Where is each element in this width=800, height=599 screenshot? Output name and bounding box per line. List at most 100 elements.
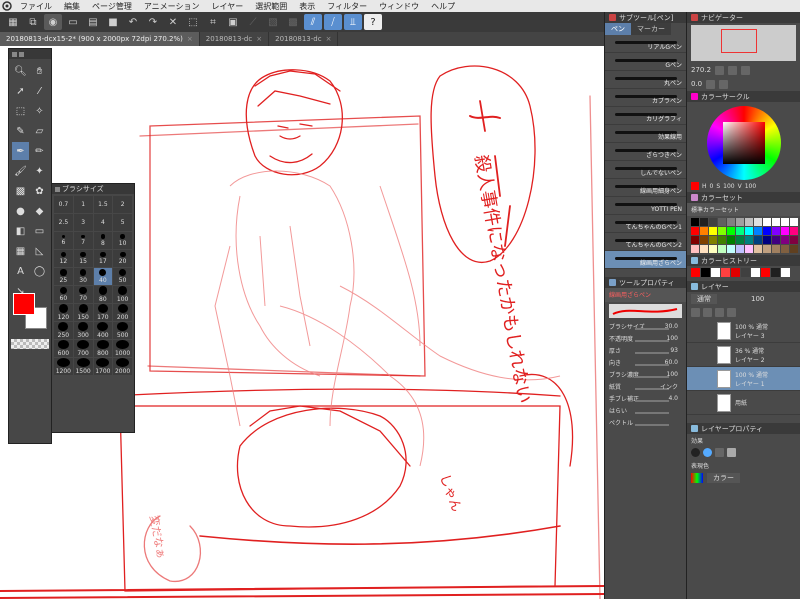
color-set-swatch[interactable] <box>790 227 798 235</box>
tool-property-row[interactable]: ブラシ濃度 100 <box>605 368 686 380</box>
color-set-swatch[interactable] <box>745 245 753 253</box>
brush-size-cell[interactable]: 25 <box>54 268 73 285</box>
brush-size-cell[interactable]: 70 <box>73 286 93 303</box>
color-set-swatch[interactable] <box>736 218 744 226</box>
color-set-swatch[interactable] <box>727 236 735 244</box>
brush-size-cell[interactable]: 120 <box>54 304 73 321</box>
color-set-swatch[interactable] <box>691 227 699 235</box>
brush-size-cell[interactable]: 3 <box>73 214 93 231</box>
color-set-swatch[interactable] <box>790 245 798 253</box>
color-set-swatch[interactable] <box>754 218 762 226</box>
ruler-icon[interactable]: ◺ <box>31 242 48 260</box>
brush-size-cell[interactable]: 1700 <box>93 358 113 375</box>
main-color-swatch[interactable] <box>13 293 35 315</box>
navigator-thumbnail[interactable] <box>691 25 796 61</box>
brush-size-cell[interactable]: 12 <box>54 250 73 267</box>
color-set-swatch[interactable] <box>772 227 780 235</box>
property-slider[interactable] <box>635 424 669 426</box>
brush-size-cell[interactable]: 200 <box>113 304 132 321</box>
rotate-left-icon[interactable] <box>706 79 716 89</box>
brush-size-cell[interactable]: 8 <box>93 232 113 249</box>
blend-mode-select[interactable]: 通常 <box>691 294 717 304</box>
blend-icon[interactable]: ▩ <box>12 182 29 200</box>
fill-icon[interactable]: ▩ <box>284 14 302 30</box>
object-select-icon[interactable]: ➚ <box>12 82 29 100</box>
property-value[interactable]: 4.0 <box>668 395 678 402</box>
color-set-swatch[interactable] <box>763 245 771 253</box>
tool-property-row[interactable]: ペクトル <box>605 416 686 428</box>
app-menu-icon[interactable]: ◉ <box>44 14 62 30</box>
color-set-swatch[interactable] <box>745 236 753 244</box>
brush-icon[interactable]: 🖌︎ <box>12 162 29 180</box>
gradient-icon[interactable]: ◧ <box>12 222 29 240</box>
grid-icon[interactable]: ▦ <box>4 14 22 30</box>
color-set-swatch[interactable] <box>700 227 708 235</box>
layer-row[interactable]: 100 % 通常 レイヤー 3 <box>687 319 800 343</box>
color-history-swatch[interactable] <box>761 268 770 277</box>
rotate-value[interactable]: 0.0 <box>691 80 702 88</box>
menu-item-help[interactable]: ヘルプ <box>425 1 461 12</box>
tool-property-row[interactable]: はらい <box>605 404 686 416</box>
color-set-swatch[interactable] <box>736 245 744 253</box>
color-set-swatch[interactable] <box>709 227 717 235</box>
brush-size-cell[interactable]: 5 <box>113 214 132 231</box>
subtool-item[interactable]: カブラペン <box>605 89 686 107</box>
property-value[interactable]: 100 <box>667 371 678 378</box>
brush-size-cell[interactable]: 250 <box>54 322 73 339</box>
color-set-swatch[interactable] <box>718 236 726 244</box>
fill-bucket-icon[interactable]: ◆ <box>31 202 48 220</box>
brush-size-cell[interactable]: 100 <box>113 286 132 303</box>
color-set-swatch[interactable] <box>754 245 762 253</box>
property-value[interactable]: インク <box>660 382 678 391</box>
subtool-item[interactable]: リアルGペン <box>605 35 686 53</box>
color-set-swatch[interactable] <box>700 236 708 244</box>
decoration-icon[interactable]: ✿ <box>31 182 48 200</box>
current-color-swatch[interactable] <box>691 182 699 190</box>
brush-size-cell[interactable]: 2.5 <box>54 214 73 231</box>
color-set-swatch[interactable] <box>718 245 726 253</box>
subtool-item[interactable]: YOTTI PEN <box>605 197 686 215</box>
blur-icon[interactable]: ● <box>12 202 29 220</box>
invert-selection-icon[interactable]: ▣ <box>224 14 242 30</box>
color-set-swatch[interactable] <box>736 236 744 244</box>
menu-item-page[interactable]: ページ管理 <box>86 1 138 12</box>
brush-size-cell[interactable]: 300 <box>73 322 93 339</box>
color-history-swatch[interactable] <box>751 268 760 277</box>
subtool-item[interactable]: ざらつきペン <box>605 143 686 161</box>
tab-marker[interactable]: マーカー <box>631 23 671 35</box>
brush-size-cell[interactable]: 600 <box>54 340 73 357</box>
property-slider[interactable] <box>635 400 669 402</box>
tab-pen[interactable]: ペン <box>605 23 631 35</box>
color-set-swatch[interactable] <box>781 236 789 244</box>
brush-size-cell[interactable]: 20 <box>113 250 132 267</box>
color-set-swatch[interactable] <box>691 245 699 253</box>
color-set-swatch[interactable] <box>736 227 744 235</box>
color-history-swatch[interactable] <box>711 268 720 277</box>
tool-property-row[interactable]: 不透明度 100 <box>605 332 686 344</box>
color-set-swatch[interactable] <box>709 245 717 253</box>
subtool-item[interactable]: しんでないペン <box>605 161 686 179</box>
close-icon[interactable]: × <box>326 35 332 43</box>
brush-size-cell[interactable]: 50 <box>113 268 132 285</box>
snap-ruler-icon[interactable]: ⫽ <box>304 14 322 30</box>
color-set-swatch[interactable] <box>745 218 753 226</box>
color-set-swatch[interactable] <box>718 227 726 235</box>
color-set-swatch[interactable] <box>727 227 735 235</box>
rotate-right-icon[interactable] <box>719 79 729 89</box>
menu-item-animation[interactable]: アニメーション <box>138 1 206 12</box>
select-all-icon[interactable]: ⬚ <box>184 14 202 30</box>
redo-icon[interactable]: ↷ <box>144 14 162 30</box>
layer-color-icon[interactable] <box>715 448 724 457</box>
pen-icon[interactable]: ✎ <box>12 122 29 140</box>
menu-item-selection[interactable]: 選択範囲 <box>249 1 293 12</box>
brush-size-cell[interactable]: 400 <box>93 322 113 339</box>
display-color-select[interactable]: カラー <box>707 473 740 483</box>
brush-size-cell[interactable]: 6 <box>54 232 73 249</box>
figure-icon[interactable]: ▭ <box>31 222 48 240</box>
menu-item-file[interactable]: ファイル <box>14 1 58 12</box>
color-set-swatch[interactable] <box>700 245 708 253</box>
color-set-swatch[interactable] <box>763 236 771 244</box>
color-wheel[interactable] <box>706 106 781 180</box>
crop-icon[interactable]: ⟋ <box>244 14 262 30</box>
color-set-swatch[interactable] <box>763 218 771 226</box>
